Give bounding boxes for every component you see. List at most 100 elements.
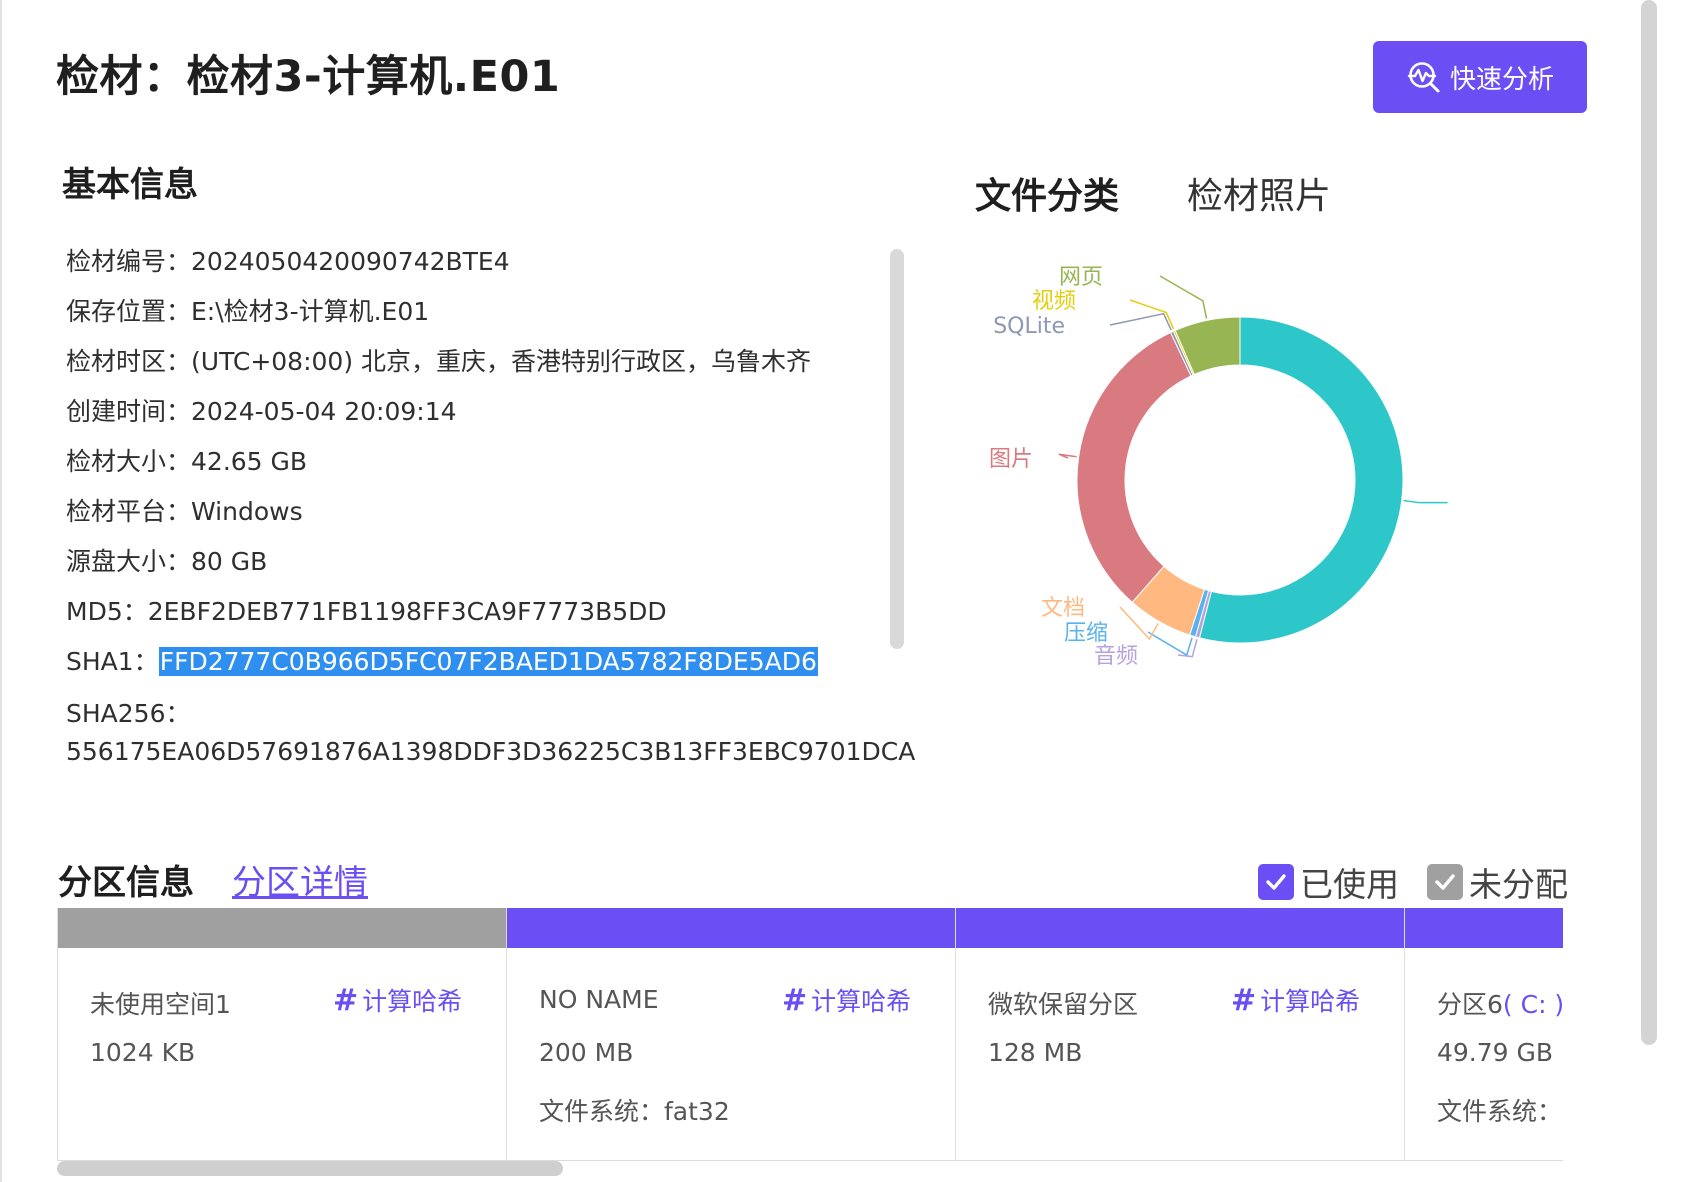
pie-slice--[interactable]	[1076, 331, 1192, 603]
pie-label-line-sqlite	[1109, 312, 1172, 331]
partition-card[interactable]: 分区6( C: ) 49.79 GB 文件系统：	[1405, 908, 1563, 1160]
partition-size: 128 MB	[988, 1038, 1083, 1067]
info-value: 2024-05-04 20:09:14	[191, 397, 457, 426]
partition-size: 49.79 GB	[1437, 1038, 1554, 1067]
legend-unallocated[interactable]: 未分配	[1427, 858, 1568, 906]
pie-label-line--	[1129, 299, 1175, 330]
info-label: MD5：	[66, 597, 148, 626]
partition-name-text: 分区6	[1437, 990, 1503, 1019]
info-label: 创建时间：	[66, 397, 192, 426]
partition-size: 200 MB	[539, 1038, 634, 1067]
partition-card[interactable]: 微软保留分区 # 计算哈希 128 MB	[956, 908, 1405, 1160]
partition-name: 分区6( C: )	[1437, 985, 1563, 1021]
hash-icon: #	[782, 983, 808, 1018]
partition-detail-link[interactable]: 分区详情	[232, 855, 368, 904]
info-value: E:\检材3-计算机.E01	[191, 297, 430, 326]
info-row-id: 检材编号：2024050420090742BTE4	[66, 245, 886, 295]
info-label: SHA256：	[66, 699, 191, 728]
info-row-location: 保存位置：E:\检材3-计算机.E01	[66, 295, 886, 345]
page-left-border	[0, 0, 2, 1182]
partition-name-text: 未使用空间1	[90, 990, 231, 1019]
info-panel-scrollbar[interactable]	[890, 249, 904, 649]
pie-label--: 文档	[1041, 596, 1085, 621]
partition-header: 分区信息 分区详情	[58, 855, 368, 904]
info-row-source-size: 源盘大小：80 GB	[66, 545, 886, 595]
quick-analysis-icon	[1407, 62, 1440, 93]
pie-label-sqlite: SQLite	[993, 314, 1065, 339]
compute-hash-button[interactable]: # 计算哈希	[333, 982, 462, 1018]
hash-icon: #	[333, 983, 359, 1018]
info-value[interactable]: 556175EA06D57691876A1398DDF3D36225C3B13F…	[66, 733, 915, 771]
checkbox-checked-icon	[1258, 864, 1294, 900]
partition-usage-bar	[1405, 908, 1563, 948]
checkbox-checked-icon	[1427, 864, 1463, 900]
partition-title: 分区信息	[58, 863, 194, 903]
partition-card[interactable]: 未使用空间1 # 计算哈希 1024 KB	[58, 908, 507, 1160]
info-value: 2024050420090742BTE4	[191, 247, 510, 276]
partition-usage-bar	[507, 908, 955, 948]
info-row-timezone: 检材时区：(UTC+08:00) 北京，重庆，香港特别行政区，乌鲁木齐	[66, 345, 886, 395]
pie-label--: 视频	[1032, 289, 1076, 314]
basic-info-title: 基本信息	[62, 165, 198, 205]
legend-used[interactable]: 已使用	[1258, 858, 1399, 906]
partition-volume: ( C: )	[1502, 990, 1563, 1019]
compute-hash-button[interactable]: # 计算哈希	[782, 982, 911, 1018]
compute-hash-label: 计算哈希	[362, 987, 463, 1016]
info-label: 检材时区：	[66, 347, 192, 376]
tab-evidence-photos[interactable]: 检材照片	[1187, 167, 1331, 219]
partition-name: 微软保留分区	[988, 985, 1138, 1021]
partition-strip: 未使用空间1 # 计算哈希 1024 KB NO NAME # 计算哈希 200 M…	[58, 908, 1563, 1160]
info-row-created: 创建时间：2024-05-04 20:09:14	[66, 395, 886, 445]
legend-used-label: 已使用	[1300, 865, 1399, 904]
pie-label-line--	[1058, 453, 1077, 459]
pie-slices	[1076, 316, 1404, 644]
partition-usage-bar	[58, 908, 506, 948]
partition-usage-bar	[956, 908, 1404, 948]
page-vertical-scrollbar[interactable]	[1641, 0, 1657, 1045]
partition-name: NO NAME	[539, 985, 659, 1014]
file-category-chart: 音频压缩文档 图片 SQLite视频网页	[989, 265, 1448, 669]
info-row-sha256: SHA256： 556175EA06D57691876A1398DDF3D3622…	[66, 695, 915, 771]
partition-name: 未使用空间1	[90, 985, 231, 1021]
info-label: 检材平台：	[66, 497, 192, 526]
info-row-size: 检材大小：42.65 GB	[66, 445, 886, 495]
partition-size: 1024 KB	[90, 1038, 196, 1067]
partition-cards: 未使用空间1 # 计算哈希 1024 KB NO NAME # 计算哈希 200 M…	[57, 908, 1563, 1161]
pie-label--: 网页	[1059, 265, 1103, 290]
pie-label--: 音频	[1094, 644, 1138, 669]
partition-filesystem: 文件系统：	[1437, 1097, 1563, 1126]
info-label: 检材大小：	[66, 447, 192, 476]
pie-label--: 压缩	[1064, 621, 1108, 646]
partition-name-text: NO NAME	[539, 985, 659, 1014]
info-value: 42.65 GB	[191, 447, 308, 476]
info-label: 源盘大小：	[66, 547, 192, 576]
info-value: 80 GB	[191, 547, 268, 576]
pie-label--: 图片	[989, 447, 1033, 472]
partition-name-text: 微软保留分区	[988, 990, 1139, 1019]
legend-unallocated-label: 未分配	[1469, 865, 1568, 904]
pie-label-line--	[1159, 275, 1208, 319]
tab-file-category[interactable]: 文件分类	[975, 167, 1119, 219]
info-value: Windows	[191, 497, 303, 526]
info-row-platform: 检材平台：Windows	[66, 495, 886, 545]
pie-label-line-other	[1403, 499, 1448, 504]
basic-info-list: 检材编号：2024050420090742BTE4 保存位置：E:\检材3-计算…	[66, 245, 915, 771]
info-row-sha1: SHA1：FFD2777C0B966D5FC07F2BAED1DA5782F8D…	[66, 645, 886, 695]
quick-analysis-label: 快速分析	[1449, 64, 1554, 95]
info-label: 保存位置：	[66, 297, 192, 326]
info-label: 检材编号：	[66, 247, 192, 276]
info-row-md5: MD5：2EBF2DEB771FB1198FF3CA9F7773B5DD	[66, 595, 886, 645]
compute-hash-label: 计算哈希	[1260, 987, 1361, 1016]
pie-label-line--	[1147, 631, 1193, 657]
partition-horizontal-scrollbar[interactable]	[57, 1161, 563, 1176]
page-title: 检材：检材3-计算机.E01	[56, 52, 561, 102]
partition-card[interactable]: NO NAME # 计算哈希 200 MB 文件系统：fat32	[507, 908, 956, 1160]
info-label: SHA1：	[66, 647, 159, 676]
quick-analysis-button[interactable]: 快速分析	[1373, 41, 1587, 113]
compute-hash-label: 计算哈希	[811, 987, 912, 1016]
info-value[interactable]: 2EBF2DEB771FB1198FF3CA9F7773B5DD	[148, 597, 667, 626]
info-value: (UTC+08:00) 北京，重庆，香港特别行政区，乌鲁木齐	[191, 347, 812, 376]
compute-hash-button[interactable]: # 计算哈希	[1231, 982, 1360, 1018]
sha1-value-selected[interactable]: FFD2777C0B966D5FC07F2BAED1DA5782F8DE5AD6	[158, 647, 818, 676]
partition-filesystem: 文件系统：fat32	[539, 1097, 730, 1126]
